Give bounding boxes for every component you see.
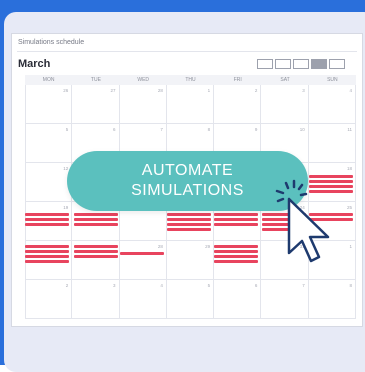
calendar-day-cell[interactable]: 2 bbox=[214, 85, 262, 124]
month-label: March bbox=[18, 58, 51, 70]
calendar-day-cell[interactable]: 2 bbox=[25, 280, 73, 319]
simulation-event-bar[interactable] bbox=[25, 223, 69, 226]
day-number: 12 bbox=[63, 166, 69, 171]
day-number: 2 bbox=[65, 283, 69, 288]
simulation-event-bar[interactable] bbox=[25, 213, 69, 216]
day-number: 18 bbox=[346, 166, 352, 171]
calendar-day-cell[interactable]: 8 bbox=[308, 280, 356, 319]
weekday-label: WED bbox=[137, 77, 150, 83]
cta-line-2: SIMULATIONS bbox=[131, 182, 244, 199]
simulation-event-bar[interactable] bbox=[25, 250, 69, 253]
weekday-label: MON bbox=[42, 77, 55, 83]
weekday-label: THU bbox=[185, 77, 196, 83]
weekday-label: SUN bbox=[327, 77, 338, 83]
view-button-5[interactable] bbox=[329, 59, 345, 69]
view-switcher bbox=[257, 59, 345, 69]
calendar-day-cell[interactable]: 6 bbox=[214, 280, 262, 319]
simulation-event-bar[interactable] bbox=[214, 260, 258, 263]
view-button-4[interactable] bbox=[311, 59, 327, 69]
day-number: 4 bbox=[160, 283, 163, 288]
simulation-event-bar[interactable] bbox=[214, 223, 258, 226]
day-number: 6 bbox=[113, 127, 116, 132]
calendar-day-cell[interactable]: 4 bbox=[308, 85, 356, 124]
day-number: 1 bbox=[349, 244, 352, 249]
day-number: 28 bbox=[157, 88, 163, 93]
day-number: 6 bbox=[254, 283, 258, 288]
simulation-event-bar[interactable] bbox=[25, 245, 69, 248]
day-number: 10 bbox=[299, 127, 305, 132]
view-button-2[interactable] bbox=[275, 59, 291, 69]
calendar-day-cell[interactable]: 29 bbox=[166, 241, 215, 280]
calendar-day-cell[interactable]: 26 bbox=[25, 85, 73, 124]
simulation-event-bar[interactable] bbox=[74, 218, 118, 221]
view-button-1[interactable] bbox=[257, 59, 273, 69]
calendar-day-cell[interactable]: 27 bbox=[72, 85, 120, 124]
day-number: 11 bbox=[347, 127, 352, 132]
weekday-label: TUE bbox=[90, 77, 101, 83]
calendar-day-cell[interactable]: 3 bbox=[261, 85, 309, 124]
simulation-event-bar[interactable] bbox=[214, 213, 258, 216]
simulation-event-bar[interactable] bbox=[167, 228, 211, 231]
day-number: 8 bbox=[349, 283, 352, 288]
simulation-event-bar[interactable] bbox=[120, 252, 164, 255]
day-number: 9 bbox=[254, 127, 258, 132]
calendar-day-cell[interactable]: 28 bbox=[119, 241, 167, 280]
day-number: 1 bbox=[207, 88, 211, 93]
calendar-day-cell[interactable]: 28 bbox=[119, 85, 167, 124]
calendar-day-cell[interactable]: 1 bbox=[166, 85, 215, 124]
simulation-event-bar[interactable] bbox=[74, 213, 118, 216]
weekday-label: FRI bbox=[233, 77, 242, 83]
simulation-event-bar[interactable] bbox=[167, 218, 211, 221]
day-number: 27 bbox=[110, 88, 116, 93]
card-title: Simulations schedule bbox=[18, 39, 85, 46]
simulation-event-bar[interactable] bbox=[167, 223, 211, 226]
simulation-event-bar[interactable] bbox=[74, 250, 118, 253]
calendar-day-cell[interactable]: 5 bbox=[166, 280, 215, 319]
view-button-3[interactable] bbox=[293, 59, 309, 69]
calendar-day-cell[interactable]: 11 bbox=[308, 124, 356, 163]
day-number: 5 bbox=[65, 127, 69, 132]
day-number: 3 bbox=[302, 88, 305, 93]
calendar-day-cell[interactable]: 19 bbox=[25, 202, 73, 241]
simulation-event-bar[interactable] bbox=[214, 250, 258, 253]
calendar-day-cell[interactable]: 12 bbox=[25, 163, 73, 202]
cursor-click-icon bbox=[268, 175, 348, 265]
calendar-day-cell[interactable]: 7 bbox=[261, 280, 309, 319]
calendar-day-cell[interactable]: 3 bbox=[72, 280, 120, 319]
simulation-event-bar[interactable] bbox=[74, 245, 118, 248]
simulation-event-bar[interactable] bbox=[25, 255, 69, 258]
simulation-event-bar[interactable] bbox=[74, 223, 118, 226]
simulation-event-bar[interactable] bbox=[214, 255, 258, 258]
divider bbox=[17, 51, 357, 52]
simulation-event-bar[interactable] bbox=[25, 260, 69, 263]
day-number: 8 bbox=[207, 127, 211, 132]
day-number: 7 bbox=[302, 283, 305, 288]
day-number: 7 bbox=[160, 127, 163, 132]
day-number: 28 bbox=[157, 244, 163, 249]
calendar-day-cell[interactable]: 4 bbox=[119, 280, 167, 319]
day-number: 4 bbox=[349, 88, 352, 93]
simulation-event-bar[interactable] bbox=[214, 245, 258, 248]
day-number: 5 bbox=[207, 283, 211, 288]
weekday-label: SAT bbox=[280, 77, 290, 83]
simulation-event-bar[interactable] bbox=[25, 218, 69, 221]
day-number: 3 bbox=[113, 283, 116, 288]
day-number: 2 bbox=[254, 88, 258, 93]
calendar-day-cell[interactable]: 5 bbox=[25, 124, 73, 163]
day-number: 26 bbox=[63, 88, 69, 93]
simulation-event-bar[interactable] bbox=[167, 213, 211, 216]
day-number: 29 bbox=[205, 244, 211, 249]
simulation-event-bar[interactable] bbox=[214, 218, 258, 221]
simulation-event-bar[interactable] bbox=[74, 255, 118, 258]
day-number: 19 bbox=[63, 205, 69, 210]
cta-line-1: AUTOMATE bbox=[141, 162, 234, 179]
